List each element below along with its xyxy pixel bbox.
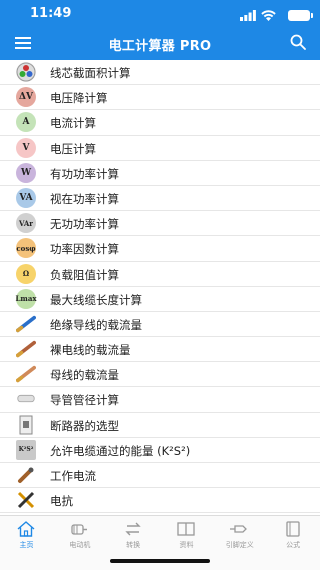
bare-wire-icon [16,339,36,359]
volt-ampere-icon: VA [16,187,36,208]
tab-label: 资料 [179,541,194,549]
tab-home[interactable]: 主页 [0,516,53,556]
list-item[interactable]: ΔV 电压降计算 [0,85,320,111]
var-icon: VAr [16,213,36,234]
list-item[interactable]: 绝缘导线的载流量 [0,312,320,338]
list-item-label: 视在功率计算 [50,191,119,206]
status-bar: 11:49 [0,6,320,26]
list-item-label: 功率因数计算 [50,242,119,257]
volt-icon: V [16,137,36,158]
list-item-label: 裸电线的载流量 [50,343,131,358]
voltage-drop-icon: ΔV [16,87,36,108]
list-item[interactable]: W 有功功率计算 [0,161,320,186]
conduit-icon [16,389,36,409]
list-item-label: 母线的载流量 [50,368,119,383]
page-title: 电工计算器 PRO [108,39,212,54]
status-time: 11:49 [30,6,72,21]
list-item-label: 电压计算 [50,141,96,156]
tab-book-open[interactable]: 资料 [160,516,213,556]
ohm-icon: Ω [16,263,36,284]
cos-phi-icon: cosφ [16,238,36,259]
search-icon[interactable] [290,34,306,50]
list-item-label: 线芯截面积计算 [50,66,131,80]
k2s2-icon: K²S² [16,439,36,460]
battery-icon [288,10,313,21]
list-item-label: 有功功率计算 [50,166,119,181]
list-item-label: 允许电缆通过的能量 (K²S²) [50,443,191,458]
reactance-icon [16,490,36,510]
tab-label: 公式 [286,541,301,549]
ampere-icon: A [16,112,36,133]
watt-icon: W [16,162,36,183]
wifi-icon [261,10,276,21]
working-current-icon [16,465,36,485]
cellular-signal-icon [240,10,256,21]
list-item-label: 电流计算 [50,116,96,131]
list-item-label: 无功功率计算 [50,217,119,232]
list-item-label: 负载阻值计算 [50,267,119,282]
list-item[interactable]: 电抗 [0,488,320,514]
list-item-label: 电压降计算 [50,91,108,106]
list-item-label: 断路器的选型 [50,418,119,433]
list-item[interactable]: A 电流计算 [0,110,320,136]
list-item[interactable]: 母线的载流量 [0,362,320,388]
list-item[interactable]: 导管管径计算 [0,387,320,413]
tab-pin[interactable]: 引脚定义 [213,516,266,556]
tab-label: 引脚定义 [225,541,254,549]
list-item[interactable]: Lmax 最大线缆长度计算 [0,287,320,312]
tab-formula-book[interactable]: 公式 [267,516,320,556]
nav-bar: 电工计算器 PRO [0,32,320,56]
list-item-label: 最大线缆长度计算 [50,292,142,307]
insulated-wire-icon [16,314,36,334]
tab-motor[interactable]: 电动机 [53,516,106,556]
app-header: 11:49 电工计算器 PRO [0,0,320,60]
list-item[interactable]: VAr 无功功率计算 [0,211,320,237]
list-item[interactable]: V 电压计算 [0,136,320,161]
home-indicator [110,559,210,563]
max-length-icon: Lmax [15,288,37,309]
list-item[interactable]: K²S² 允许电缆通过的能量 (K²S²) [0,438,320,463]
busbar-icon [16,364,36,384]
list-item-label: 电抗 [50,494,73,509]
list-item[interactable]: 断路器的选型 [0,413,320,438]
tab-label: 主页 [19,541,34,549]
list-item-label: 导管管径计算 [50,393,119,408]
list-item-label: 工作电流 [50,469,96,483]
list-item[interactable]: 裸电线的载流量 [0,337,320,363]
list-item[interactable]: cosφ 功率因数计算 [0,236,320,262]
list-item[interactable]: 线芯截面积计算 [0,60,320,86]
wire-cross-section-icon [16,62,36,82]
list-item-label: 绝缘导线的载流量 [50,317,142,332]
tab-label: 电动机 [69,541,91,549]
list-item[interactable]: Ω 负载阻值计算 [0,262,320,287]
tab-label: 转换 [126,541,141,549]
list-item[interactable]: VA 视在功率计算 [0,186,320,212]
list-item[interactable]: 工作电流 [0,463,320,489]
tab-convert[interactable]: 转换 [107,516,160,556]
breaker-icon [16,415,36,435]
calculator-list: 线芯截面积计算 ΔV 电压降计算 A 电流计算 V 电压计算 W 有功功率计算 VA 视在功率计算 V… [0,60,320,514]
